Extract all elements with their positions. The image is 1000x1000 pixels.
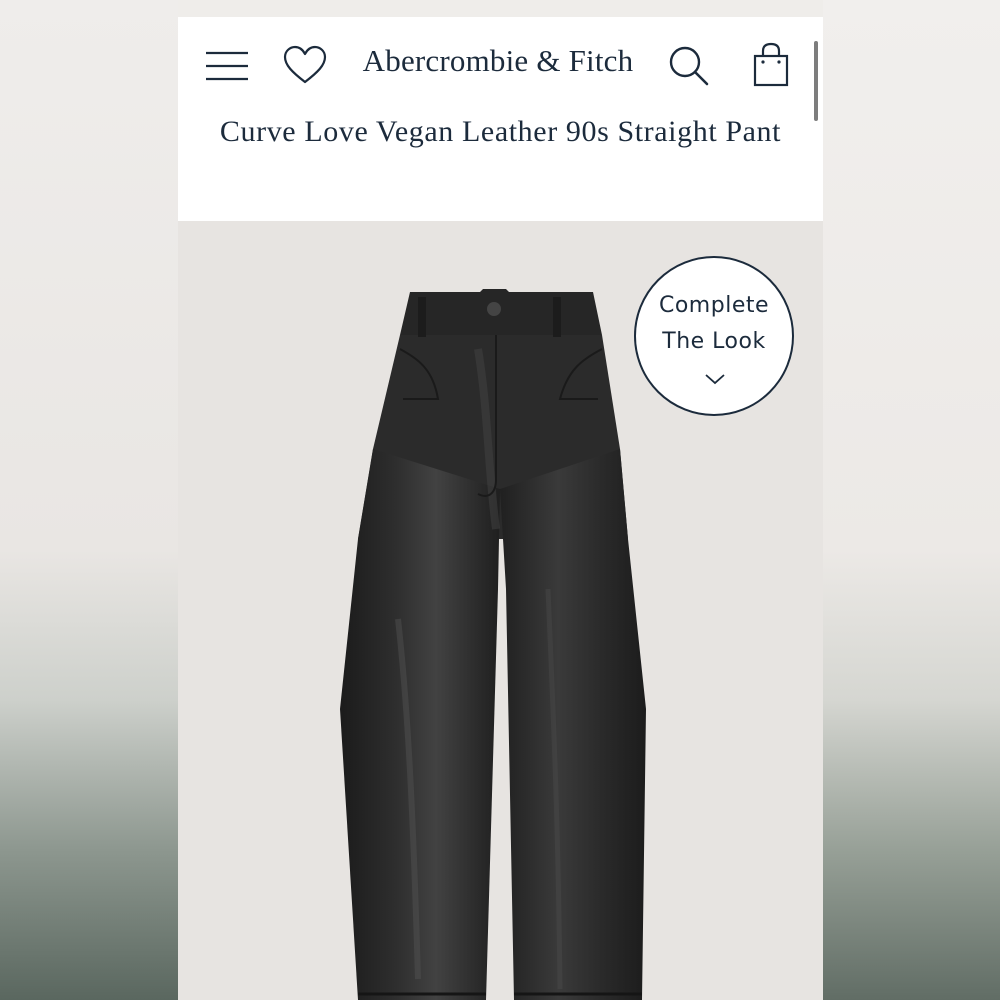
complete-the-look-button[interactable]: Complete The Look — [634, 256, 794, 416]
pants-image — [340, 289, 646, 1000]
search-icon[interactable] — [667, 44, 711, 88]
complete-the-look-line2: The Look — [662, 329, 766, 354]
chevron-down-icon — [705, 374, 725, 385]
complete-the-look-label: Complete The Look — [636, 288, 792, 360]
menu-icon[interactable] — [204, 47, 250, 85]
site-header: Abercrombie & Fitch Curve Love Vegan Lea… — [178, 17, 823, 221]
product-image[interactable]: Complete The Look — [178, 221, 823, 1000]
bag-icon[interactable] — [750, 41, 792, 89]
phone-screen: Abercrombie & Fitch Curve Love Vegan Lea… — [178, 0, 823, 1000]
heart-icon[interactable] — [282, 45, 328, 87]
product-title: Curve Love Vegan Leather 90s Straight Pa… — [219, 115, 782, 148]
status-strip — [178, 0, 823, 17]
background-right — [823, 0, 1000, 1000]
complete-the-look-line1: Complete — [658, 293, 770, 318]
brand-logo[interactable]: Abercrombie & Fitch — [358, 43, 638, 79]
background-left — [0, 0, 178, 1000]
scrollbar[interactable] — [814, 41, 818, 121]
